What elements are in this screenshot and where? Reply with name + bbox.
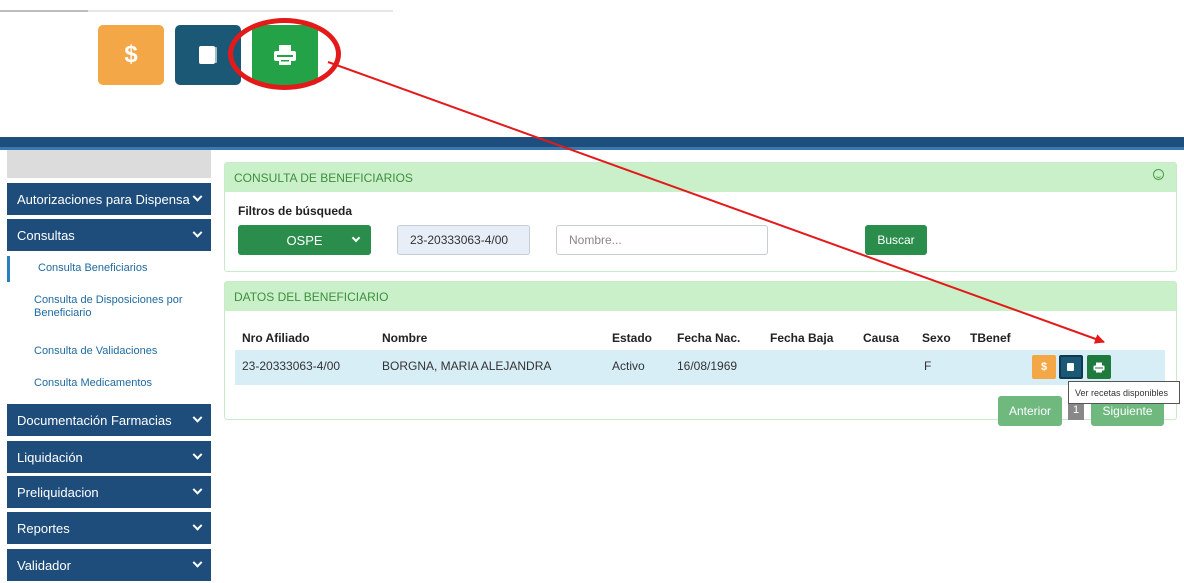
column-header: Nro Afiliado <box>242 331 310 345</box>
zoom-dollar-button[interactable]: $ <box>98 25 164 85</box>
sidebar: Autorizaciones para Dispensa Consultas C… <box>7 150 211 583</box>
sidebar-sub-label: Consulta de Validaciones <box>34 345 158 357</box>
top-divider <box>0 10 393 12</box>
sidebar-item-label: Autorizaciones para Dispensa <box>17 191 190 207</box>
print-button[interactable] <box>1087 355 1111 379</box>
search-button[interactable]: Buscar <box>865 225 927 255</box>
sidebar-item-label: Reportes <box>17 520 70 536</box>
panel-title: DATOS DEL BENEFICIARIO <box>234 289 389 304</box>
chevron-down-icon <box>192 412 203 423</box>
tooltip: Ver recetas disponibles <box>1068 381 1180 404</box>
obra-social-select[interactable]: OSPE <box>238 225 371 255</box>
sidebar-sub-consulta-disposiciones[interactable]: Consulta de Disposiciones por Beneficiar… <box>7 294 211 320</box>
book-button[interactable] <box>1059 355 1083 379</box>
column-header: Nombre <box>382 331 428 345</box>
sidebar-item-documentacion[interactable]: Documentación Farmacias <box>7 404 211 436</box>
panel-title: CONSULTA DE BENEFICIARIOS <box>234 170 413 185</box>
column-header: Causa <box>863 331 900 345</box>
sidebar-item-label: Liquidación <box>17 449 83 465</box>
chevron-down-icon <box>192 557 203 568</box>
book-icon <box>199 46 217 64</box>
cell-nro: 23-20333063-4/00 <box>242 359 341 373</box>
printer-icon <box>1093 362 1105 372</box>
cell-estado: Activo <box>612 359 645 373</box>
table-row[interactable]: 23-20333063-4/00 BORGNA, MARIA ALEJANDRA… <box>235 350 1165 385</box>
sidebar-item-consultas[interactable]: Consultas <box>7 219 211 251</box>
sidebar-item-label: Documentación Farmacias <box>17 412 172 428</box>
obra-social-value: OSPE <box>286 232 323 248</box>
results-panel: DATOS DEL BENEFICIARIO Nro Afiliado Nomb… <box>224 281 1177 426</box>
results-panel-header: DATOS DEL BENEFICIARIO <box>225 282 1176 311</box>
sidebar-item-autorizaciones[interactable]: Autorizaciones para Dispensa <box>7 183 211 215</box>
sidebar-item-preliquidacion[interactable]: Preliquidacion <box>7 476 211 508</box>
chevron-down-icon <box>192 227 203 238</box>
sidebar-sub-label: Consulta Beneficiarios <box>38 262 148 274</box>
smiley-icon[interactable] <box>1153 169 1164 180</box>
dollar-button[interactable]: $ <box>1032 355 1056 379</box>
sidebar-sub-label: Consulta de Disposiciones por Beneficiar… <box>34 294 183 319</box>
dollar-icon: $ <box>124 41 138 68</box>
sidebar-sub-consulta-medicamentos[interactable]: Consulta Medicamentos <box>7 377 211 390</box>
chevron-down-icon <box>192 520 203 531</box>
sidebar-sub-consulta-validaciones[interactable]: Consulta de Validaciones <box>7 345 211 358</box>
column-header: Fecha Nac. <box>677 331 741 345</box>
column-header: Fecha Baja <box>770 331 834 345</box>
sidebar-top <box>7 150 211 178</box>
annotation-circle <box>228 18 341 90</box>
column-header: TBenef <box>970 331 1011 345</box>
sidebar-item-validador[interactable]: Validador <box>7 549 211 581</box>
chevron-down-icon <box>192 191 203 202</box>
dollar-icon: $ <box>1040 361 1048 373</box>
cell-sexo: F <box>924 359 932 373</box>
prev-page-button[interactable]: Anterior <box>998 396 1062 426</box>
search-panel-header: CONSULTA DE BENEFICIARIOS <box>225 163 1176 192</box>
sidebar-item-label: Preliquidacion <box>17 484 99 500</box>
sidebar-item-liquidacion[interactable]: Liquidación <box>7 441 211 473</box>
book-icon <box>1067 363 1074 371</box>
filters-label: Filtros de búsqueda <box>238 204 353 218</box>
sidebar-item-label: Validador <box>17 557 71 573</box>
cell-nombre: BORGNA, MARIA ALEJANDRA <box>382 359 552 373</box>
search-panel: CONSULTA DE BENEFICIARIOS Filtros de bús… <box>224 162 1177 272</box>
sidebar-item-label: Consultas <box>17 227 75 243</box>
name-input[interactable]: Nombre... <box>556 225 768 255</box>
column-header: Sexo <box>922 331 951 345</box>
chevron-down-icon <box>192 484 203 495</box>
sidebar-item-reportes[interactable]: Reportes <box>7 512 211 544</box>
cell-fecha-nac: 16/08/1969 <box>677 359 738 373</box>
chevron-down-icon <box>192 449 203 460</box>
sidebar-sub-consulta-beneficiarios[interactable]: Consulta Beneficiarios <box>7 256 211 282</box>
sidebar-sub-label: Consulta Medicamentos <box>34 377 153 389</box>
chevron-down-icon <box>351 233 361 243</box>
column-header: Estado <box>612 331 653 345</box>
affiliate-number-input[interactable]: 23-20333063-4/00 <box>397 225 530 255</box>
